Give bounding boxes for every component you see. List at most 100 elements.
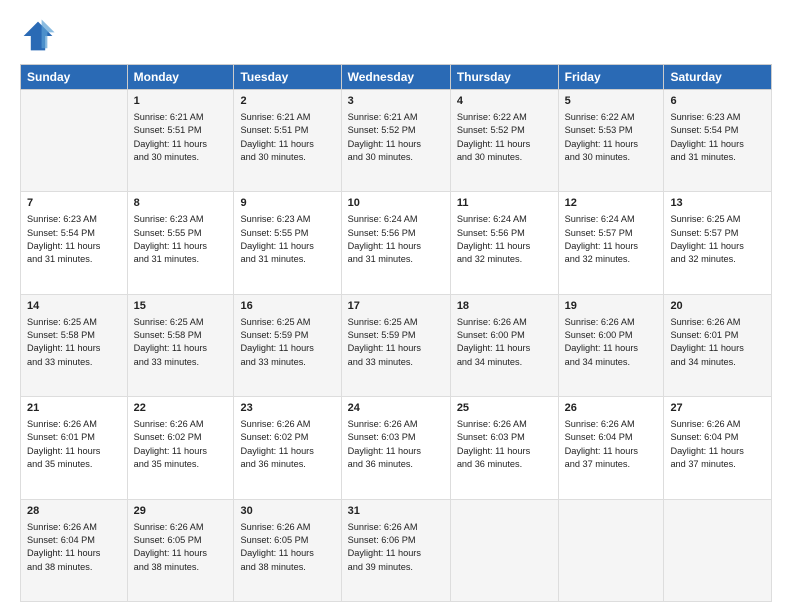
cell-week5-day5 (450, 499, 558, 601)
cell-content: Sunrise: 6:21 AMSunset: 5:51 PMDaylight:… (240, 111, 334, 164)
cell-week5-day6 (558, 499, 664, 601)
day-number: 11 (457, 196, 552, 212)
cell-content: Sunrise: 6:26 AMSunset: 6:03 PMDaylight:… (457, 418, 552, 471)
day-number: 9 (240, 196, 334, 212)
cell-content: Sunrise: 6:26 AMSunset: 6:03 PMDaylight:… (348, 418, 444, 471)
cell-week4-day1: 21Sunrise: 6:26 AMSunset: 6:01 PMDayligh… (21, 397, 128, 499)
day-number: 16 (240, 299, 334, 315)
day-number: 23 (240, 401, 334, 417)
cell-week4-day2: 22Sunrise: 6:26 AMSunset: 6:02 PMDayligh… (127, 397, 234, 499)
cell-week3-day2: 15Sunrise: 6:25 AMSunset: 5:58 PMDayligh… (127, 294, 234, 396)
col-friday: Friday (558, 65, 664, 90)
day-number: 4 (457, 94, 552, 110)
cell-content: Sunrise: 6:25 AMSunset: 5:57 PMDaylight:… (670, 213, 765, 266)
header (20, 18, 772, 54)
cell-content: Sunrise: 6:25 AMSunset: 5:58 PMDaylight:… (134, 316, 228, 369)
cell-content: Sunrise: 6:23 AMSunset: 5:55 PMDaylight:… (134, 213, 228, 266)
cell-content: Sunrise: 6:23 AMSunset: 5:54 PMDaylight:… (27, 213, 121, 266)
calendar-body: 1 Sunrise: 6:21 AMSunset: 5:51 PMDaylight… (21, 90, 772, 602)
cell-content: Sunrise: 6:24 AMSunset: 5:57 PMDaylight:… (565, 213, 658, 266)
day-number: 15 (134, 299, 228, 315)
cell-week1-day1 (21, 90, 128, 192)
cell-week4-day7: 27Sunrise: 6:26 AMSunset: 6:04 PMDayligh… (664, 397, 772, 499)
day-number: 24 (348, 401, 444, 417)
cell-week3-day4: 17Sunrise: 6:25 AMSunset: 5:59 PMDayligh… (341, 294, 450, 396)
cell-week1-day6: 5Sunrise: 6:22 AMSunset: 5:53 PMDaylight… (558, 90, 664, 192)
cell-week4-day6: 26Sunrise: 6:26 AMSunset: 6:04 PMDayligh… (558, 397, 664, 499)
cell-content: Sunrise: 6:26 AMSunset: 6:02 PMDaylight:… (134, 418, 228, 471)
cell-week3-day1: 14Sunrise: 6:25 AMSunset: 5:58 PMDayligh… (21, 294, 128, 396)
day-number: 19 (565, 299, 658, 315)
day-number: 3 (348, 94, 444, 110)
cell-week2-day6: 12Sunrise: 6:24 AMSunset: 5:57 PMDayligh… (558, 192, 664, 294)
cell-content: Sunrise: 6:26 AMSunset: 6:01 PMDaylight:… (670, 316, 765, 369)
day-number: 14 (27, 299, 121, 315)
week-row-5: 28Sunrise: 6:26 AMSunset: 6:04 PMDayligh… (21, 499, 772, 601)
cell-content: Sunrise: 6:25 AMSunset: 5:59 PMDaylight:… (348, 316, 444, 369)
cell-week3-day7: 20Sunrise: 6:26 AMSunset: 6:01 PMDayligh… (664, 294, 772, 396)
logo (20, 18, 60, 54)
cell-week5-day2: 29Sunrise: 6:26 AMSunset: 6:05 PMDayligh… (127, 499, 234, 601)
day-number: 30 (240, 504, 334, 520)
cell-week1-day4: 3Sunrise: 6:21 AMSunset: 5:52 PMDaylight… (341, 90, 450, 192)
day-number: 13 (670, 196, 765, 212)
cell-week4-day5: 25Sunrise: 6:26 AMSunset: 6:03 PMDayligh… (450, 397, 558, 499)
cell-content: Sunrise: 6:26 AMSunset: 6:00 PMDaylight:… (565, 316, 658, 369)
cell-week1-day7: 6Sunrise: 6:23 AMSunset: 5:54 PMDaylight… (664, 90, 772, 192)
cell-content: Sunrise: 6:21 AMSunset: 5:52 PMDaylight:… (348, 111, 444, 164)
day-number: 5 (565, 94, 658, 110)
day-number: 7 (27, 196, 121, 212)
day-number: 18 (457, 299, 552, 315)
calendar-header: Sunday Monday Tuesday Wednesday Thursday… (21, 65, 772, 90)
cell-week3-day3: 16Sunrise: 6:25 AMSunset: 5:59 PMDayligh… (234, 294, 341, 396)
header-row: Sunday Monday Tuesday Wednesday Thursday… (21, 65, 772, 90)
cell-content: Sunrise: 6:26 AMSunset: 6:06 PMDaylight:… (348, 521, 444, 574)
calendar-table: Sunday Monday Tuesday Wednesday Thursday… (20, 64, 772, 602)
col-thursday: Thursday (450, 65, 558, 90)
cell-week1-day5: 4Sunrise: 6:22 AMSunset: 5:52 PMDaylight… (450, 90, 558, 192)
cell-content: Sunrise: 6:23 AMSunset: 5:54 PMDaylight:… (670, 111, 765, 164)
cell-week3-day6: 19Sunrise: 6:26 AMSunset: 6:00 PMDayligh… (558, 294, 664, 396)
cell-week2-day7: 13Sunrise: 6:25 AMSunset: 5:57 PMDayligh… (664, 192, 772, 294)
col-monday: Monday (127, 65, 234, 90)
col-wednesday: Wednesday (341, 65, 450, 90)
day-number: 2 (240, 94, 334, 110)
cell-content: Sunrise: 6:24 AMSunset: 5:56 PMDaylight:… (348, 213, 444, 266)
cell-content: Sunrise: 6:24 AMSunset: 5:56 PMDaylight:… (457, 213, 552, 266)
cell-week2-day4: 10Sunrise: 6:24 AMSunset: 5:56 PMDayligh… (341, 192, 450, 294)
cell-week4-day3: 23Sunrise: 6:26 AMSunset: 6:02 PMDayligh… (234, 397, 341, 499)
cell-content: Sunrise: 6:26 AMSunset: 6:00 PMDaylight:… (457, 316, 552, 369)
day-number: 22 (134, 401, 228, 417)
day-number: 17 (348, 299, 444, 315)
week-row-4: 21Sunrise: 6:26 AMSunset: 6:01 PMDayligh… (21, 397, 772, 499)
logo-icon (20, 18, 56, 54)
day-number: 12 (565, 196, 658, 212)
day-number: 21 (27, 401, 121, 417)
day-number: 29 (134, 504, 228, 520)
cell-content: Sunrise: 6:26 AMSunset: 6:01 PMDaylight:… (27, 418, 121, 471)
cell-content: Sunrise: 6:22 AMSunset: 5:52 PMDaylight:… (457, 111, 552, 164)
cell-content: Sunrise: 6:23 AMSunset: 5:55 PMDaylight:… (240, 213, 334, 266)
page: Sunday Monday Tuesday Wednesday Thursday… (0, 0, 792, 612)
cell-week2-day3: 9Sunrise: 6:23 AMSunset: 5:55 PMDaylight… (234, 192, 341, 294)
cell-week5-day3: 30Sunrise: 6:26 AMSunset: 6:05 PMDayligh… (234, 499, 341, 601)
cell-content: Sunrise: 6:26 AMSunset: 6:04 PMDaylight:… (27, 521, 121, 574)
col-saturday: Saturday (664, 65, 772, 90)
cell-content: Sunrise: 6:22 AMSunset: 5:53 PMDaylight:… (565, 111, 658, 164)
day-number: 26 (565, 401, 658, 417)
cell-content: Sunrise: 6:25 AMSunset: 5:58 PMDaylight:… (27, 316, 121, 369)
day-number: 8 (134, 196, 228, 212)
cell-week4-day4: 24Sunrise: 6:26 AMSunset: 6:03 PMDayligh… (341, 397, 450, 499)
day-number: 6 (670, 94, 765, 110)
cell-content: Sunrise: 6:26 AMSunset: 6:02 PMDaylight:… (240, 418, 334, 471)
cell-content: Sunrise: 6:26 AMSunset: 6:05 PMDaylight:… (134, 521, 228, 574)
cell-content: Sunrise: 6:26 AMSunset: 6:04 PMDaylight:… (565, 418, 658, 471)
col-sunday: Sunday (21, 65, 128, 90)
cell-week1-day2: 1Sunrise: 6:21 AMSunset: 5:51 PMDaylight… (127, 90, 234, 192)
cell-week1-day3: 2Sunrise: 6:21 AMSunset: 5:51 PMDaylight… (234, 90, 341, 192)
cell-content: Sunrise: 6:26 AMSunset: 6:04 PMDaylight:… (670, 418, 765, 471)
cell-week3-day5: 18Sunrise: 6:26 AMSunset: 6:00 PMDayligh… (450, 294, 558, 396)
week-row-3: 14Sunrise: 6:25 AMSunset: 5:58 PMDayligh… (21, 294, 772, 396)
week-row-2: 7Sunrise: 6:23 AMSunset: 5:54 PMDaylight… (21, 192, 772, 294)
day-number: 1 (134, 94, 228, 110)
